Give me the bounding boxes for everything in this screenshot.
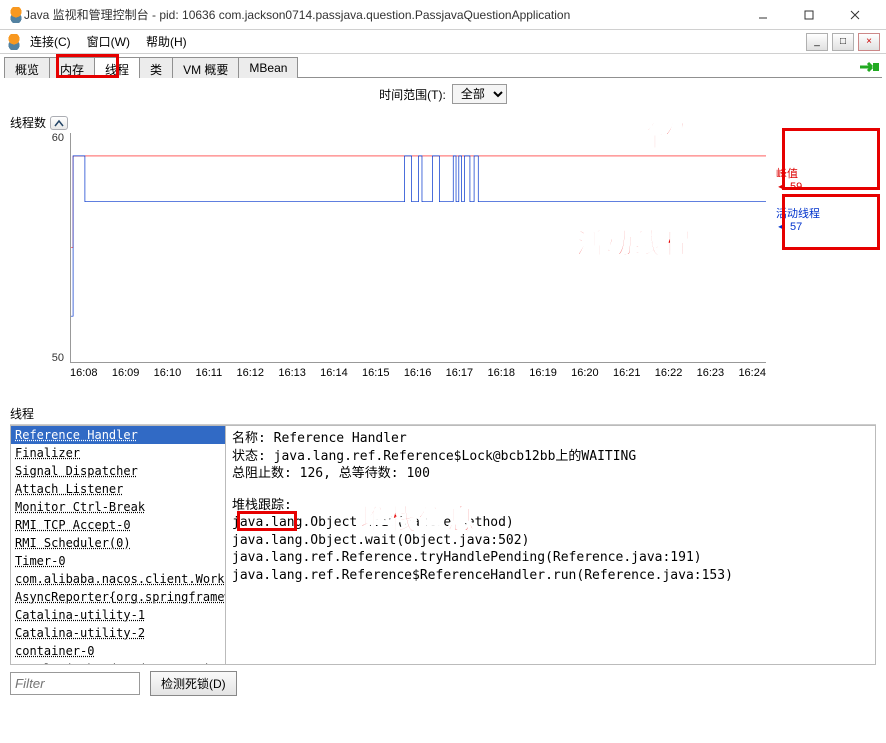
x-tick: 16:09 [112, 367, 140, 383]
maximize-button[interactable] [786, 0, 832, 30]
timerange-label: 时间范围(T): [379, 86, 446, 103]
thread-section-title: 线程 [10, 403, 876, 425]
detail-waited-label: 总等待数: [339, 466, 399, 481]
tab-vm-summary[interactable]: VM 概要 [172, 57, 239, 78]
detect-deadlock-button[interactable]: 检测死锁(D) [150, 671, 237, 696]
list-item[interactable]: mysql-cj-abandoned-connection- [11, 660, 225, 664]
x-tick: 16:17 [446, 367, 474, 383]
thread-list-scroll[interactable]: Reference HandlerFinalizerSignal Dispatc… [11, 426, 225, 664]
inner-close-button[interactable]: × [858, 33, 880, 51]
x-tick: 16:23 [697, 367, 725, 383]
legend-peak-label: 峰值 [776, 168, 798, 180]
list-item[interactable]: Reference Handler [11, 426, 225, 444]
trace-line: java.lang.Object.wait(Native Method) [232, 514, 869, 532]
tab-threads[interactable]: 线程 [94, 57, 140, 78]
x-tick: 16:24 [738, 367, 766, 383]
y-tick: 60 [52, 132, 64, 144]
detail-waited-value: 100 [406, 466, 429, 481]
x-tick: 16:18 [487, 367, 515, 383]
list-item[interactable]: Finalizer [11, 444, 225, 462]
x-tick: 16:12 [237, 367, 265, 383]
chart-expand-button[interactable] [50, 116, 68, 130]
legend-peak-value: 59 [790, 181, 802, 193]
x-tick: 16:22 [655, 367, 683, 383]
detail-blocked-value: 126, [300, 466, 331, 481]
java-icon [8, 7, 24, 23]
inner-minimize-button[interactable]: _ [806, 33, 828, 51]
list-item[interactable]: AsyncReporter{org.springframew [11, 588, 225, 606]
detail-name-label: 名称: [232, 431, 266, 446]
trace-line: java.lang.ref.Reference.tryHandlePending… [232, 549, 869, 567]
detail-name-value: Reference Handler [274, 431, 407, 446]
thread-detail: 名称: Reference Handler 状态: java.lang.ref.… [226, 426, 875, 664]
timerange-select[interactable]: 全部 [452, 84, 507, 104]
list-item[interactable]: RMI TCP Accept-0 [11, 516, 225, 534]
x-tick: 16:10 [154, 367, 182, 383]
menu-window[interactable]: 窗口(W) [79, 31, 138, 52]
x-tick: 16:14 [320, 367, 348, 383]
close-button[interactable] [832, 0, 878, 30]
chart-title: 线程数 [10, 114, 46, 131]
minimize-button[interactable] [740, 0, 786, 30]
thread-list: Reference HandlerFinalizerSignal Dispatc… [11, 426, 226, 664]
filter-input[interactable] [10, 672, 140, 695]
list-item[interactable]: Monitor Ctrl-Break [11, 498, 225, 516]
list-item[interactable]: Catalina-utility-1 [11, 606, 225, 624]
x-tick: 16:15 [362, 367, 390, 383]
x-tick: 16:13 [278, 367, 306, 383]
window-title: Java 监视和管理控制台 - pid: 10636 com.jackson07… [24, 6, 740, 23]
list-item[interactable]: container-0 [11, 642, 225, 660]
legend-live-value: 57 [790, 221, 802, 233]
tab-mbean[interactable]: MBean [238, 57, 298, 78]
legend-live-label: 活动线程 [776, 208, 820, 220]
x-tick: 16:19 [529, 367, 557, 383]
x-tick: 16:21 [613, 367, 641, 383]
list-item[interactable]: Timer-0 [11, 552, 225, 570]
menu-connect[interactable]: 连接(C) [22, 31, 79, 52]
list-item[interactable]: com.alibaba.nacos.client.Worke [11, 570, 225, 588]
trace-line: java.lang.Object.wait(Object.java:502) [232, 532, 869, 550]
y-tick: 50 [52, 352, 64, 364]
trace-line: java.lang.ref.Reference$ReferenceHandler… [232, 567, 869, 585]
x-tick: 16:11 [195, 367, 222, 383]
java-icon [6, 34, 22, 50]
detail-blocked-label: 总阻止数: [232, 466, 292, 481]
tab-bar: 概览 内存 线程 类 VM 概要 MBean [4, 56, 882, 78]
detail-state-label: 状态: [232, 449, 266, 464]
detail-trace-label: 堆栈跟踪: [232, 498, 292, 513]
tab-overview[interactable]: 概览 [4, 57, 50, 78]
list-item[interactable]: RMI Scheduler(0) [11, 534, 225, 552]
list-item[interactable]: Catalina-utility-2 [11, 624, 225, 642]
x-tick: 16:20 [571, 367, 599, 383]
list-item[interactable]: Signal Dispatcher [11, 462, 225, 480]
detail-state-value: java.lang.ref.Reference$Lock@bcb12bb上的WA… [274, 449, 637, 464]
menu-help[interactable]: 帮助(H) [138, 31, 195, 52]
chart-plot [70, 133, 766, 363]
x-tick: 16:08 [70, 367, 98, 383]
tab-classes[interactable]: 类 [139, 57, 173, 78]
list-item[interactable]: Attach Listener [11, 480, 225, 498]
x-tick: 16:16 [404, 367, 432, 383]
inner-maximize-button[interactable]: □ [832, 33, 854, 51]
green-arrow-icon [858, 56, 882, 77]
tab-memory[interactable]: 内存 [49, 57, 95, 78]
